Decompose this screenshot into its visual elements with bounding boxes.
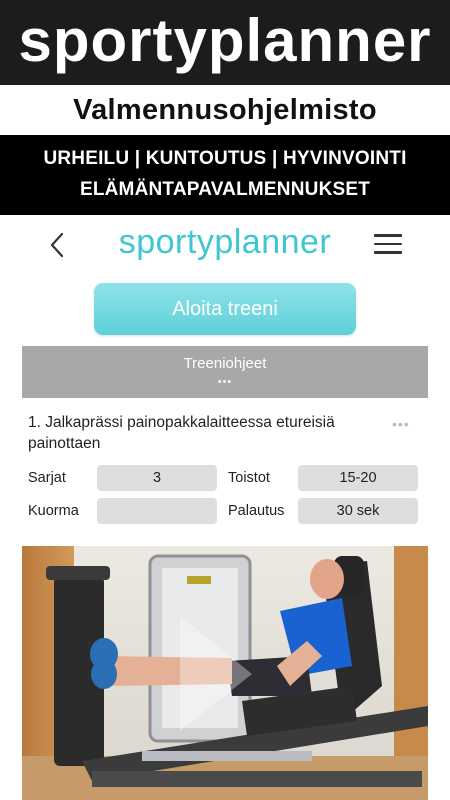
app-header: sportyplanner [0, 215, 450, 275]
product-subtitle: Valmennusohjelmisto [73, 93, 377, 126]
brand-banner: sportyplanner [0, 0, 450, 85]
exercise-title: 1. Jalkaprässi painopakkalaitteessa etur… [28, 414, 335, 452]
exercise-video[interactable] [22, 546, 428, 800]
brand-logo-large: sportyplanner [18, 7, 432, 74]
rest-label: Palautus [228, 503, 285, 519]
category-band: URHEILU | KUNTOUTUS | HYVINVOINTI ELÄMÄN… [0, 135, 450, 215]
reps-label: Toistot [228, 470, 270, 486]
hamburger-menu-icon[interactable] [374, 234, 402, 256]
exercise-more-icon[interactable]: ••• [392, 416, 410, 432]
load-field[interactable] [97, 498, 217, 524]
rest-field[interactable]: 30 sek [298, 498, 418, 524]
back-button[interactable] [44, 230, 72, 260]
subtitle-bar: Valmennusohjelmisto [0, 85, 450, 135]
chevron-left-icon [50, 232, 64, 258]
instructions-title: Treeniohjeet [183, 355, 267, 372]
instructions-header[interactable]: Treeniohjeet ••• [22, 346, 428, 398]
categories-line-2: ELÄMÄNTAPAVALMENNUKSET [79, 179, 371, 200]
load-label: Kuorma [28, 503, 79, 519]
sets-field[interactable]: 3 [97, 465, 217, 491]
sets-label: Sarjat [28, 470, 66, 486]
leg-press-photo [22, 546, 428, 800]
categories-line-1: URHEILU | KUNTOUTUS | HYVINVOINTI [43, 148, 407, 169]
reps-field[interactable]: 15-20 [298, 465, 418, 491]
start-workout-button[interactable]: Aloita treeni [94, 283, 356, 335]
more-dots-icon[interactable]: ••• [22, 376, 428, 388]
